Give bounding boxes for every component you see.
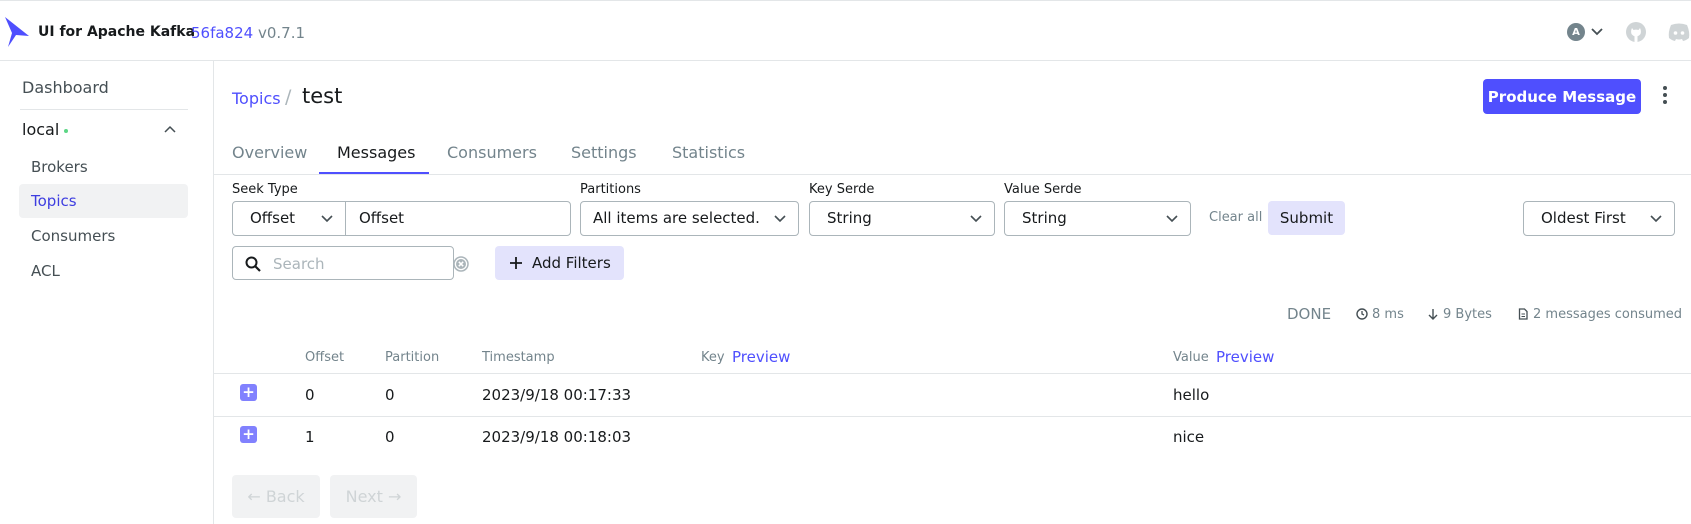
clock-icon [1356, 308, 1368, 320]
cell-offset: 0 [305, 386, 315, 404]
search-field[interactable]: Search [232, 246, 469, 280]
kafka-logo-icon[interactable] [4, 16, 30, 48]
app-title[interactable]: UI for Apache Kafka [38, 24, 195, 40]
cluster-name: local [22, 120, 60, 139]
chevron-down-icon [1650, 215, 1662, 223]
sidebar-item-acl[interactable]: ACL [19, 254, 188, 288]
partitions-value: All items are selected. [593, 209, 760, 227]
offset-input[interactable]: Offset [345, 201, 571, 236]
chevron-down-icon[interactable] [1591, 28, 1603, 36]
expand-row-button[interactable]: + [240, 384, 257, 401]
clear-all-button[interactable]: Clear all [1209, 210, 1262, 225]
topic-tabs: Overview Messages Consumers Settings Sta… [214, 134, 1691, 175]
tab-consumers[interactable]: Consumers [447, 143, 537, 162]
plus-icon [510, 257, 522, 269]
sidebar-item-brokers[interactable]: Brokers [19, 150, 188, 184]
cell-timestamp: 2023/9/18 00:18:03 [482, 428, 632, 446]
sidebar-item-topics[interactable]: Topics [19, 184, 188, 218]
column-header-offset: Offset [305, 350, 345, 365]
elapsed-time-value: 8 ms [1372, 307, 1404, 322]
search-placeholder: Search [273, 255, 325, 273]
chevron-down-icon [1166, 215, 1178, 223]
consume-status: DONE [1287, 305, 1332, 323]
more-actions-icon[interactable] [1660, 86, 1670, 108]
cell-partition: 0 [385, 428, 395, 446]
arrow-down-icon [1428, 309, 1438, 320]
breadcrumb-separator: / [285, 86, 292, 108]
add-filters-label: Add Filters [532, 254, 611, 272]
partitions-label: Partitions [580, 182, 641, 197]
cell-value: hello [1173, 386, 1210, 404]
value-serde-label: Value Serde [1004, 182, 1082, 197]
cell-partition: 0 [385, 386, 395, 404]
clear-search-icon[interactable] [453, 256, 469, 272]
back-button[interactable]: ← Back [232, 475, 320, 518]
messages-consumed: 2 messages consumed [1518, 307, 1682, 322]
seek-type-value: Offset [250, 209, 296, 227]
chevron-down-icon [321, 215, 333, 223]
next-button[interactable]: Next → [330, 475, 417, 518]
messages-consumed-value: 2 messages consumed [1533, 307, 1682, 322]
cell-timestamp: 2023/9/18 00:17:33 [482, 386, 632, 404]
partitions-select[interactable]: All items are selected. [580, 201, 799, 236]
active-tab-indicator [319, 172, 429, 174]
breadcrumb-topics-link[interactable]: Topics [232, 89, 281, 108]
sidebar-cluster-local[interactable]: local [22, 120, 69, 139]
value-serde-select[interactable]: String [1004, 201, 1191, 236]
chevron-down-icon [774, 215, 786, 223]
tab-overview[interactable]: Overview [232, 143, 307, 162]
column-header-key: Key [701, 350, 725, 365]
key-serde-select[interactable]: String [809, 201, 995, 236]
elapsed-time: 8 ms [1356, 307, 1404, 322]
search-icon [245, 256, 261, 272]
column-header-value: Value [1173, 350, 1209, 365]
navbar-actions: A [1567, 20, 1691, 44]
user-avatar-icon[interactable]: A [1567, 23, 1585, 41]
bytes-consumed: 9 Bytes [1428, 307, 1492, 322]
bytes-consumed-value: 9 Bytes [1443, 307, 1492, 322]
cell-value: nice [1173, 428, 1205, 446]
expand-row-button[interactable]: + [240, 426, 257, 443]
discord-icon[interactable] [1667, 22, 1691, 42]
seek-type-label: Seek Type [232, 182, 298, 197]
value-preview-link[interactable]: Preview [1216, 348, 1274, 366]
document-icon [1518, 308, 1528, 320]
cluster-status-dot [64, 128, 69, 133]
sidebar: Dashboard local Brokers Topics Consumers… [0, 61, 214, 524]
key-preview-link[interactable]: Preview [732, 348, 790, 366]
key-serde-label: Key Serde [809, 182, 875, 197]
sidebar-divider [20, 109, 188, 110]
github-icon[interactable] [1625, 21, 1647, 43]
add-filters-button[interactable]: Add Filters [495, 246, 624, 280]
page-title: test [302, 84, 343, 108]
top-navbar: UI for Apache Kafka 56fa824 v0.7.1 A [0, 0, 1691, 61]
chevron-up-icon[interactable] [164, 125, 176, 133]
table-divider [214, 416, 1691, 417]
sidebar-item-consumers[interactable]: Consumers [19, 219, 188, 253]
column-header-timestamp: Timestamp [482, 350, 555, 365]
key-serde-value: String [827, 209, 872, 227]
submit-button[interactable]: Submit [1268, 201, 1345, 235]
sidebar-item-dashboard[interactable]: Dashboard [22, 78, 109, 97]
app-root: UI for Apache Kafka 56fa824 v0.7.1 A Das… [0, 0, 1691, 524]
tab-statistics[interactable]: Statistics [672, 143, 745, 162]
tab-messages[interactable]: Messages [337, 143, 415, 162]
table-divider [214, 373, 1691, 374]
chevron-down-icon [970, 215, 982, 223]
produce-message-button[interactable]: Produce Message [1483, 79, 1641, 114]
tab-settings[interactable]: Settings [571, 143, 637, 162]
cell-offset: 1 [305, 428, 315, 446]
seek-type-select[interactable]: Offset [232, 201, 346, 236]
version-hash-link[interactable]: 56fa824 [191, 24, 253, 42]
sort-order-select[interactable]: Oldest First [1523, 201, 1675, 236]
version-info: 56fa824 v0.7.1 [191, 24, 305, 42]
column-header-partition: Partition [385, 350, 440, 365]
sort-order-value: Oldest First [1541, 209, 1626, 227]
version-tag: v0.7.1 [257, 24, 306, 42]
value-serde-value: String [1022, 209, 1067, 227]
